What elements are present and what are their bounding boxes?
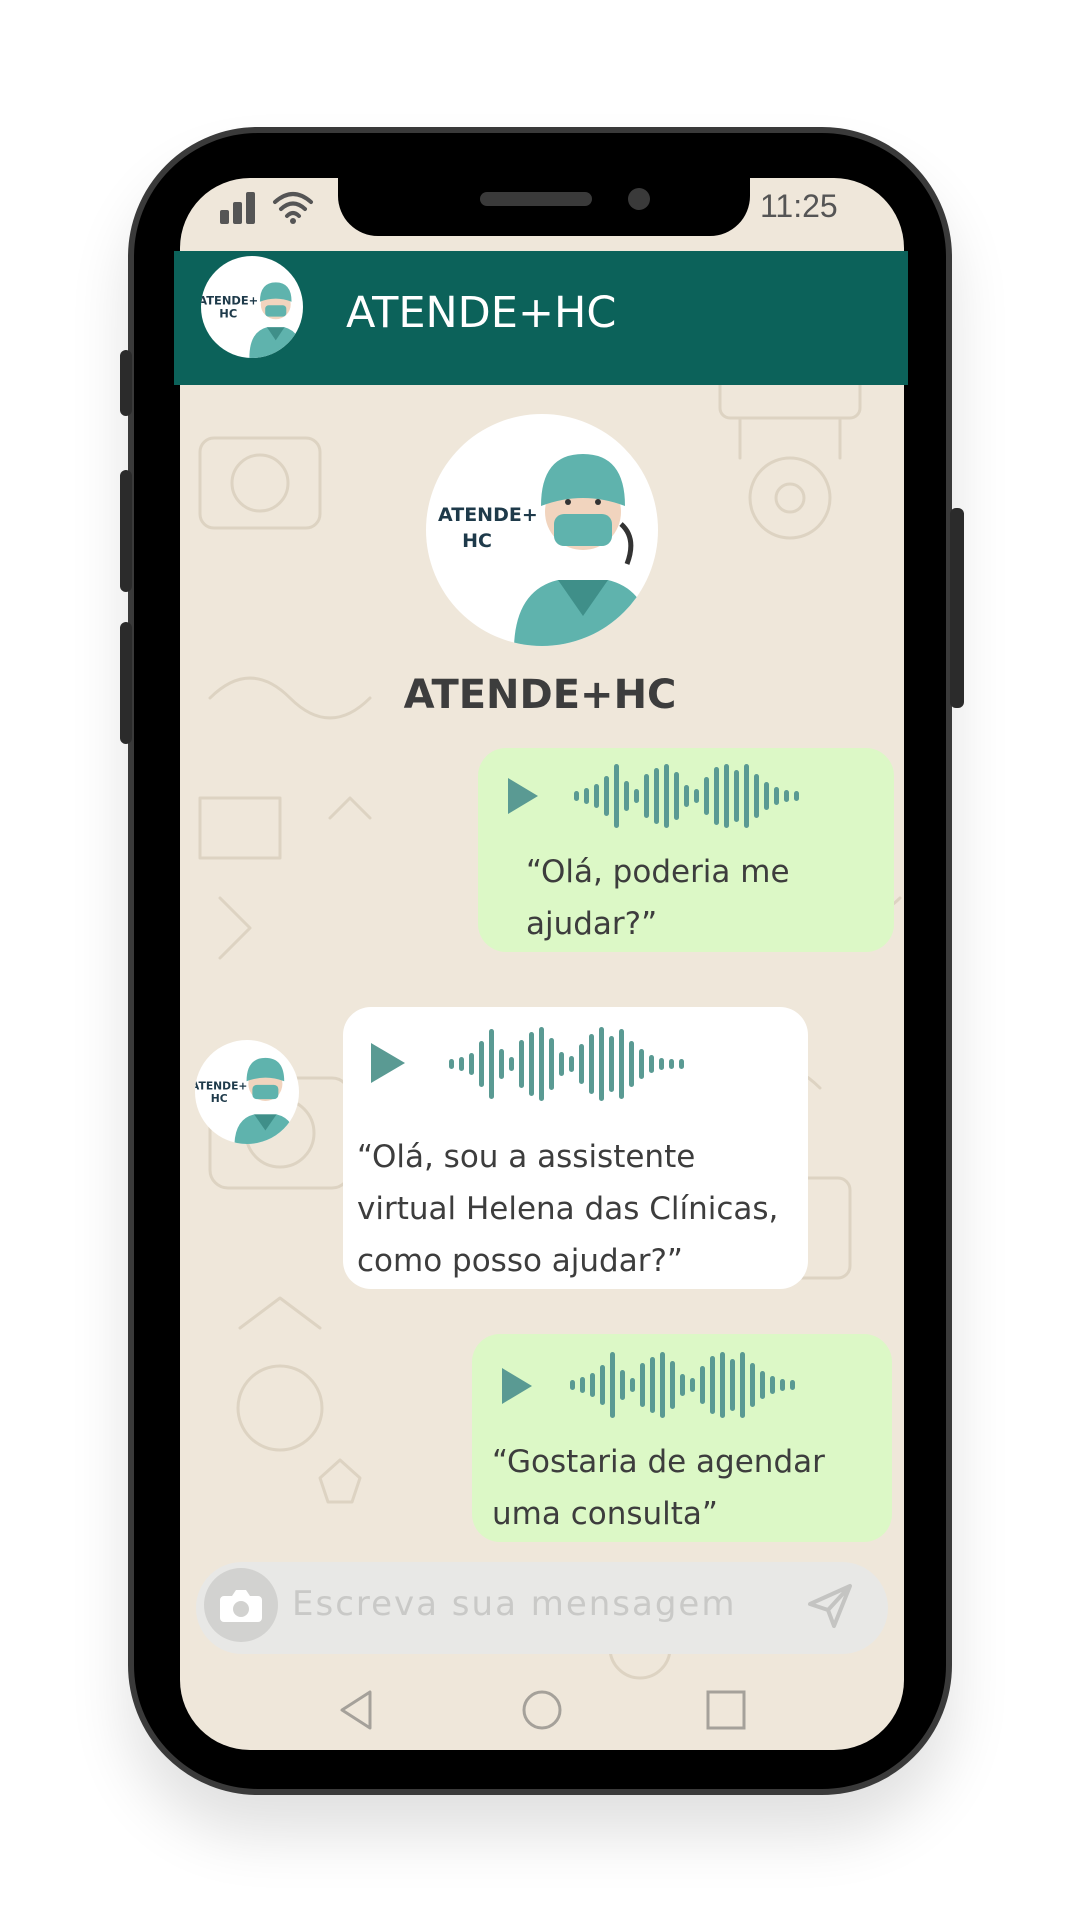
play-icon[interactable] bbox=[371, 1043, 405, 1083]
front-camera bbox=[628, 188, 650, 210]
side-button-mute bbox=[120, 350, 132, 416]
message-bubble-outgoing: “Gostaria de agendar uma consulta” bbox=[472, 1334, 892, 1542]
message-line: como posso ajudar?” bbox=[357, 1243, 683, 1279]
wifi-icon bbox=[273, 192, 313, 224]
message-input[interactable]: Escreva sua mensagem bbox=[292, 1584, 736, 1624]
message-line: “Gostaria de agendar bbox=[492, 1444, 825, 1480]
profile-name: ATENDE+HC bbox=[403, 672, 677, 718]
message-line: virtual Helena das Clínicas, bbox=[357, 1191, 779, 1227]
profile-avatar-text: ATENDE+ HC bbox=[438, 504, 538, 552]
message-line: “Olá, poderia me bbox=[526, 854, 790, 890]
side-button-volume-up bbox=[120, 470, 132, 592]
home-icon[interactable] bbox=[522, 1690, 562, 1730]
message-text: “Olá, poderia me ajudar?” bbox=[526, 846, 790, 950]
message-text: “Olá, sou a assistente virtual Helena da… bbox=[357, 1131, 778, 1287]
status-icons bbox=[220, 190, 314, 224]
recent-apps-icon[interactable] bbox=[706, 1690, 746, 1730]
send-icon[interactable] bbox=[806, 1582, 854, 1630]
svg-text:HC: HC bbox=[211, 1092, 228, 1105]
incoming-avatar: ATENDE+ HC bbox=[195, 1040, 299, 1144]
message-bubble-outgoing: “Olá, poderia me ajudar?” bbox=[478, 748, 894, 952]
audio-waveform[interactable] bbox=[449, 1027, 684, 1101]
message-text: “Gostaria de agendar uma consulta” bbox=[492, 1436, 825, 1540]
notch bbox=[338, 178, 750, 236]
play-icon[interactable] bbox=[508, 778, 538, 814]
back-icon[interactable] bbox=[340, 1690, 372, 1730]
play-icon[interactable] bbox=[502, 1368, 532, 1404]
status-time: 11:25 bbox=[760, 188, 838, 224]
message-line: ajudar?” bbox=[526, 906, 658, 942]
message-line: uma consulta” bbox=[492, 1496, 718, 1532]
signal-icon bbox=[220, 192, 255, 224]
nurse-avatar-icon: ATENDE+ HC bbox=[201, 282, 303, 358]
header-avatar[interactable]: ATENDE+ HC bbox=[201, 256, 303, 358]
audio-waveform[interactable] bbox=[574, 764, 799, 828]
svg-text:ATENDE+: ATENDE+ bbox=[201, 293, 258, 307]
audio-waveform[interactable] bbox=[570, 1352, 795, 1418]
earpiece-speaker bbox=[480, 192, 592, 206]
svg-text:ATENDE+: ATENDE+ bbox=[195, 1079, 247, 1092]
camera-button[interactable] bbox=[204, 1568, 278, 1642]
svg-text:HC: HC bbox=[219, 307, 237, 321]
navigation-bar bbox=[340, 1690, 746, 1730]
header-title[interactable]: ATENDE+HC bbox=[346, 288, 616, 338]
message-bubble-incoming: “Olá, sou a assistente virtual Helena da… bbox=[343, 1007, 808, 1289]
message-line: “Olá, sou a assistente bbox=[357, 1139, 696, 1175]
camera-icon bbox=[220, 1590, 262, 1622]
profile-avatar: ATENDE+ HC bbox=[426, 414, 658, 646]
nurse-avatar-icon: ATENDE+ HC bbox=[195, 1057, 297, 1144]
